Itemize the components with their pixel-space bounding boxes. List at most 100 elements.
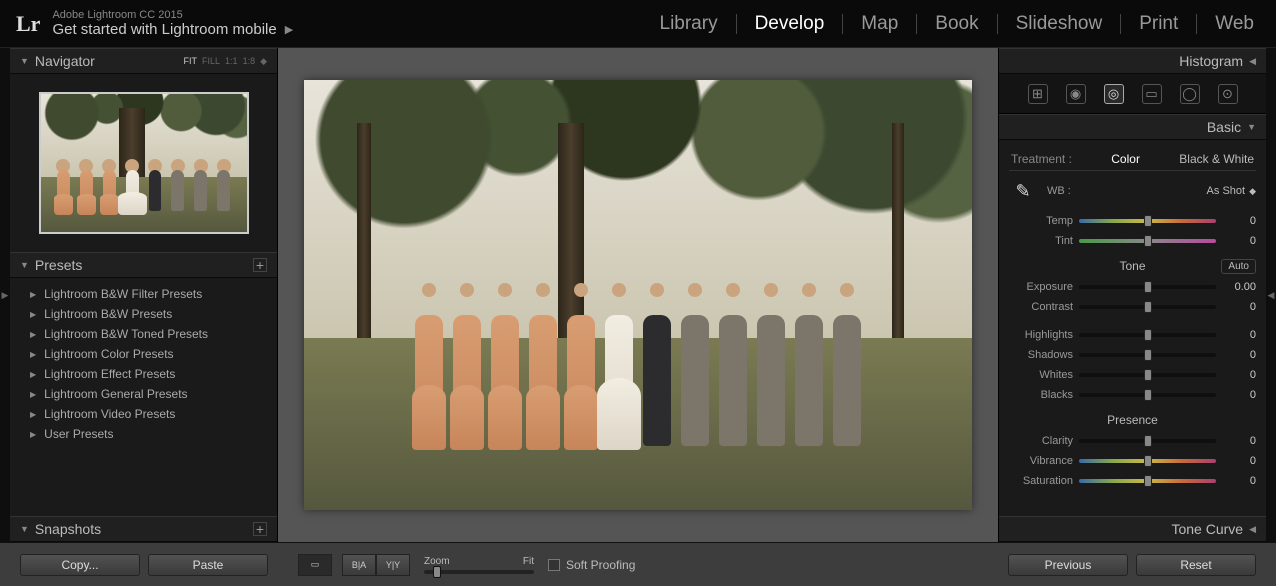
triangle-right-icon: ▶ — [30, 350, 36, 359]
module-map[interactable]: Map — [847, 13, 912, 35]
previous-button[interactable]: Previous — [1008, 554, 1128, 576]
module-develop[interactable]: Develop — [741, 13, 839, 35]
preset-folder[interactable]: ▶Lightroom B&W Presets — [10, 304, 277, 324]
preset-folder[interactable]: ▶Lightroom Video Presets — [10, 404, 277, 424]
zoom-control[interactable]: ZoomFit — [424, 556, 534, 574]
treatment-label: Treatment : — [1011, 152, 1072, 166]
radial-tool[interactable]: ◯ — [1180, 84, 1200, 104]
highlights-slider[interactable] — [1079, 333, 1216, 337]
subtitle-link[interactable]: Get started with Lightroom mobile — [52, 21, 276, 38]
gradient-tool[interactable]: ▭ — [1142, 84, 1162, 104]
basic-title: Basic — [1207, 119, 1241, 135]
app-name: Adobe Lightroom CC 2015 — [52, 9, 293, 21]
module-picker: Library Develop Map Book Slideshow Print… — [646, 13, 1269, 35]
temp-slider[interactable] — [1079, 219, 1216, 223]
triangle-down-icon: ▼ — [20, 524, 29, 534]
triangle-down-icon: ▼ — [20, 56, 29, 66]
copy-button[interactable]: Copy... — [20, 554, 140, 576]
bottom-toolbar: Copy... Paste ▭ B|A Y|Y ZoomFit Soft Pro… — [0, 542, 1276, 586]
before-after-lr-button[interactable]: B|A — [342, 554, 376, 576]
histogram-title: Histogram — [1179, 53, 1243, 69]
basic-panel: Treatment : Color Black & White ✎ WB : A… — [999, 140, 1266, 499]
clarity-slider[interactable] — [1079, 439, 1216, 443]
app-logo: Lr — [8, 11, 48, 37]
navigator-title: Navigator — [35, 53, 95, 69]
before-after-tb-button[interactable]: Y|Y — [376, 554, 410, 576]
triangle-down-icon: ▼ — [20, 260, 29, 270]
triangle-down-icon: ▼ — [1247, 122, 1256, 132]
eyedropper-icon[interactable]: ✎ — [1009, 177, 1037, 205]
preset-folder[interactable]: ▶Lightroom Effect Presets — [10, 364, 277, 384]
contrast-slider[interactable] — [1079, 305, 1216, 309]
triangle-left-icon: ◀ — [1249, 56, 1256, 67]
triangle-left-icon: ◀ — [1249, 524, 1256, 535]
triangle-right-icon: ▶ — [30, 430, 36, 439]
preset-folder[interactable]: ▶Lightroom B&W Toned Presets — [10, 324, 277, 344]
preset-folder[interactable]: ▶Lightroom Color Presets — [10, 344, 277, 364]
module-web[interactable]: Web — [1201, 13, 1268, 35]
vibrance-slider[interactable] — [1079, 459, 1216, 463]
preset-folder[interactable]: ▶User Presets — [10, 424, 277, 444]
soft-proofing-checkbox[interactable]: Soft Proofing — [548, 558, 635, 572]
loupe-area — [278, 48, 998, 542]
navigator-preview[interactable] — [10, 74, 277, 252]
tone-curve-header[interactable]: Tone Curve ◀ — [999, 516, 1266, 542]
module-slideshow[interactable]: Slideshow — [1002, 13, 1117, 35]
exposure-slider[interactable] — [1079, 285, 1216, 289]
add-preset-button[interactable]: + — [253, 258, 267, 272]
preset-folder[interactable]: ▶Lightroom B&W Filter Presets — [10, 284, 277, 304]
chevron-updown-icon[interactable]: ◆ — [260, 56, 267, 67]
snapshots-title: Snapshots — [35, 521, 101, 537]
brush-tool[interactable]: ⊙ — [1218, 84, 1238, 104]
left-panel: ▼ Navigator FIT FILL 1:1 1:8 ◆ — [10, 48, 278, 542]
checkbox-icon — [548, 559, 560, 571]
blacks-slider[interactable] — [1079, 393, 1216, 397]
zoom-slider[interactable] — [424, 570, 534, 574]
triangle-right-icon: ▶ — [30, 390, 36, 399]
loupe-view-button[interactable]: ▭ — [298, 554, 332, 576]
play-icon[interactable]: ▶ — [285, 23, 293, 36]
presets-list: ▶Lightroom B&W Filter Presets ▶Lightroom… — [10, 278, 277, 450]
triangle-right-icon: ▶ — [30, 370, 36, 379]
spot-tool[interactable]: ◉ — [1066, 84, 1086, 104]
right-panel-toggle[interactable]: ◀ — [1266, 48, 1276, 542]
tone-curve-title: Tone Curve — [1171, 521, 1243, 537]
view-mode-buttons: ▭ B|A Y|Y — [298, 554, 410, 576]
nav-zoom-fill[interactable]: FILL — [202, 56, 220, 66]
nav-zoom-1to1[interactable]: 1:1 — [225, 56, 238, 66]
triangle-right-icon: ▶ — [30, 290, 36, 299]
basic-header[interactable]: Basic ▼ — [999, 114, 1266, 140]
main-photo[interactable] — [304, 80, 972, 510]
saturation-slider[interactable] — [1079, 479, 1216, 483]
redeye-tool[interactable]: ◎ — [1104, 84, 1124, 104]
triangle-right-icon: ▶ — [30, 330, 36, 339]
preset-folder[interactable]: ▶Lightroom General Presets — [10, 384, 277, 404]
paste-button[interactable]: Paste — [148, 554, 268, 576]
histogram-header[interactable]: Histogram ◀ — [999, 48, 1266, 74]
nav-zoom-ratio[interactable]: 1:8 — [243, 56, 256, 66]
treatment-bw[interactable]: Black & White — [1179, 152, 1254, 166]
nav-zoom-fit[interactable]: FIT — [184, 56, 198, 66]
crop-tool[interactable]: ⊞ — [1028, 84, 1048, 104]
module-print[interactable]: Print — [1125, 13, 1192, 35]
chevron-updown-icon: ◆ — [1249, 186, 1256, 197]
module-library[interactable]: Library — [646, 13, 732, 35]
shadows-slider[interactable] — [1079, 353, 1216, 357]
presets-title: Presets — [35, 257, 82, 273]
navigator-header[interactable]: ▼ Navigator FIT FILL 1:1 1:8 ◆ — [10, 48, 277, 74]
snapshots-header[interactable]: ▼ Snapshots + — [10, 516, 277, 542]
presets-header[interactable]: ▼ Presets + — [10, 252, 277, 278]
triangle-right-icon: ▶ — [30, 310, 36, 319]
triangle-right-icon: ▶ — [30, 410, 36, 419]
left-panel-toggle[interactable]: ▶ — [0, 48, 10, 542]
topbar: Lr Adobe Lightroom CC 2015 Get started w… — [0, 0, 1276, 48]
whites-slider[interactable] — [1079, 373, 1216, 377]
reset-button[interactable]: Reset — [1136, 554, 1256, 576]
treatment-color[interactable]: Color — [1111, 152, 1140, 166]
auto-tone-button[interactable]: Auto — [1221, 259, 1256, 274]
right-panel: Histogram ◀ ⊞ ◉ ◎ ▭ ◯ ⊙ Basic ▼ Treatmen… — [998, 48, 1266, 542]
wb-dropdown[interactable]: As Shot ◆ — [1207, 185, 1256, 197]
module-book[interactable]: Book — [921, 13, 992, 35]
add-snapshot-button[interactable]: + — [253, 522, 267, 536]
tint-slider[interactable] — [1079, 239, 1216, 243]
